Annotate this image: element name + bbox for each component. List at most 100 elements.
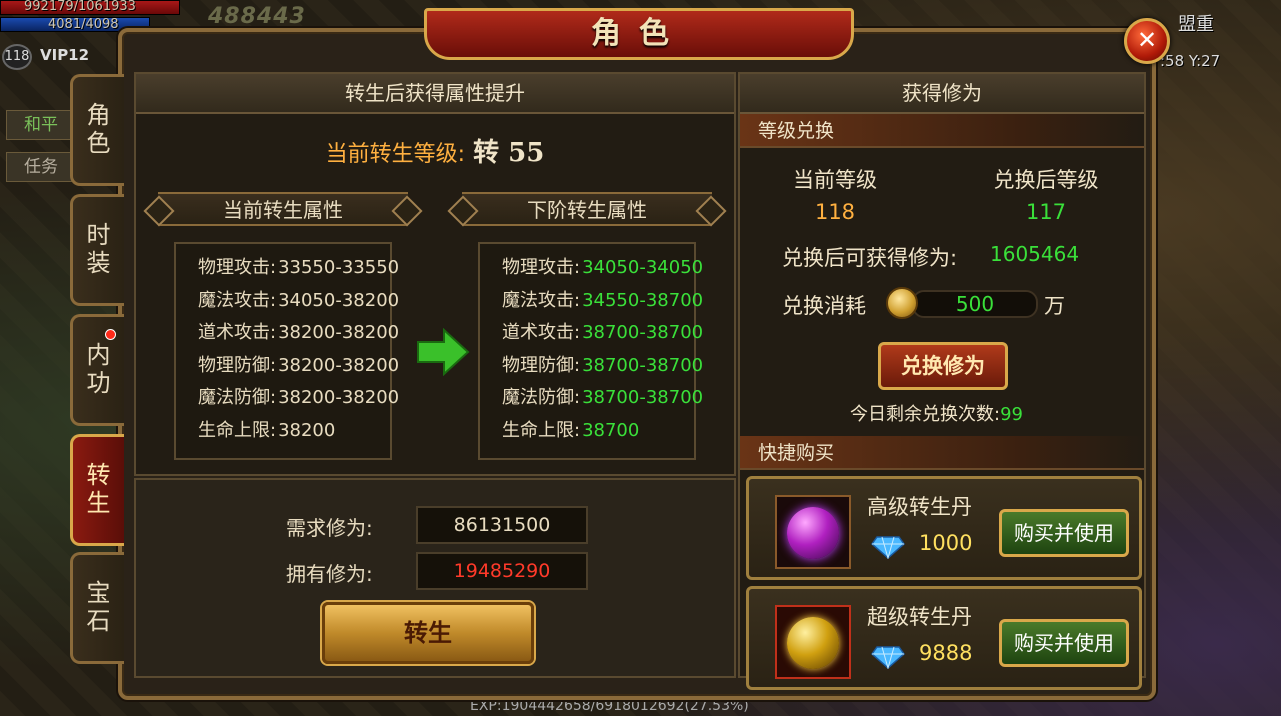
cost-value: 500 <box>912 290 1038 318</box>
map-name: 盟重 <box>1178 14 1214 35</box>
current-level-label: 当前等级 <box>793 168 877 192</box>
attr-value: 38200-38200 <box>278 322 400 343</box>
window-title: 角色 <box>424 8 854 60</box>
attr-value: 38700 <box>582 419 640 441</box>
item-price: 1000 <box>919 531 973 555</box>
level-badge: 118 <box>2 44 32 70</box>
shop-item-card: 高级转生丹 1000 购买并使用 <box>746 476 1142 580</box>
attr-row: 魔法防御: 38200-38200 <box>198 382 399 415</box>
attr-row: 物理防御: 38200-38200 <box>198 350 399 383</box>
vip-label: VIP12 <box>40 46 90 64</box>
task-button[interactable]: 任务 <box>6 152 76 182</box>
attr-value: 33550-33550 <box>278 257 400 278</box>
cultivation-panel: 获得修为 等级兑换 当前等级 兑换后等级 118 117 兑换后可获得修为: 1… <box>738 72 1146 690</box>
attr-row: 物理攻击: 33550-33550 <box>198 252 399 285</box>
attr-label: 魔法攻击: <box>502 289 581 311</box>
attr-label: 魔法防御: <box>502 387 581 408</box>
peace-mode-button[interactable]: 和平 <box>6 110 76 140</box>
shop-item-card: 超级转生丹 9888 购买并使用 <box>746 586 1142 690</box>
close-button[interactable]: ✕ <box>1124 18 1170 64</box>
attr-label: 道术攻击: <box>198 322 277 343</box>
remaining-exchanges: 今日剩余兑换次数:99 <box>850 400 1023 426</box>
remaining-value: 99 <box>1000 404 1023 425</box>
tab-fashion[interactable]: 时装 <box>70 194 124 306</box>
attr-row: 魔法防御: 38700-38700 <box>502 382 703 415</box>
level-exchange-section: 等级兑换 <box>740 114 1144 148</box>
arrow-right-icon <box>417 328 470 376</box>
rebirth-button[interactable]: 转生 <box>322 602 534 664</box>
attr-label: 魔法攻击: <box>198 289 277 311</box>
current-rebirth-level-label: 当前转生等级: <box>325 142 466 167</box>
attr-row: 魔法攻击: 34550-38700 <box>502 285 703 318</box>
item-price: 9888 <box>919 641 973 665</box>
attr-value: 38700-38700 <box>582 354 704 376</box>
buy-and-use-button[interactable]: 购买并使用 <box>999 619 1129 667</box>
tab-label: 时装 <box>86 221 111 277</box>
item-name: 高级转生丹 <box>867 495 972 519</box>
purple-orb-icon <box>787 507 839 559</box>
panel-header: 转生后获得属性提升 <box>136 74 734 114</box>
attr-label: 生命上限: <box>502 419 581 441</box>
cost-unit: 万 <box>1044 294 1065 318</box>
attr-label: 道术攻击: <box>502 322 581 343</box>
tab-character[interactable]: 角色 <box>70 74 124 186</box>
exchange-cultivation-button[interactable]: 兑换修为 <box>878 342 1008 390</box>
attr-value: 38200 <box>278 419 336 441</box>
after-level-value: 117 <box>1025 200 1067 224</box>
gold-orb-icon <box>787 617 839 669</box>
tab-label: 角色 <box>86 101 111 157</box>
score-text: 488443 <box>208 4 306 29</box>
tab-inner-power[interactable]: 内功 <box>70 314 124 426</box>
diamond-icon <box>871 536 905 559</box>
item-name: 超级转生丹 <box>867 605 972 629</box>
gold-coin-icon <box>886 287 918 319</box>
attr-value: 34050-38200 <box>278 289 400 311</box>
attr-value: 38700-38700 <box>582 322 704 343</box>
current-attrs-title: 当前转生属性 <box>158 192 408 226</box>
exp-text: EXP:1904442658/6918012692(27.53%) <box>470 698 749 714</box>
gain-value: 1605464 <box>990 242 1080 266</box>
item-icon-frame <box>775 495 851 569</box>
gain-label: 兑换后可获得修为: <box>782 246 958 270</box>
after-level-label: 兑换后等级 <box>993 168 1099 192</box>
item-icon-frame <box>775 605 851 679</box>
remaining-label: 今日剩余兑换次数: <box>850 404 1001 425</box>
attr-value: 38700-38700 <box>582 387 704 408</box>
current-rebirth-level: 当前转生等级: 转 55 <box>136 132 734 169</box>
current-rebirth-level-value: 转 55 <box>473 138 545 168</box>
cost-label: 兑换消耗 <box>782 294 866 318</box>
next-attrs-list: 物理攻击: 34050-34050 魔法攻击: 34550-38700 道术攻击: 3… <box>478 242 703 460</box>
panel-header: 获得修为 <box>740 74 1144 114</box>
required-cultivation-value: 86131500 <box>416 506 588 544</box>
attr-row: 物理攻击: 34050-34050 <box>502 252 703 285</box>
tab-rebirth[interactable]: 转生 <box>70 434 124 546</box>
attr-value: 38200-38200 <box>278 387 400 408</box>
attr-row: 道术攻击: 38700-38700 <box>502 317 703 350</box>
attr-label: 魔法防御: <box>198 387 277 408</box>
buy-and-use-button[interactable]: 购买并使用 <box>999 509 1129 557</box>
owned-cultivation-label: 拥有修为: <box>286 562 373 586</box>
tab-label: 转生 <box>86 461 111 517</box>
attr-row: 生命上限: 38200 <box>198 415 390 448</box>
attr-row: 生命上限: 38700 <box>502 415 694 448</box>
tab-label: 宝石 <box>86 579 111 635</box>
notification-dot <box>105 329 116 340</box>
attr-value: 34050-34050 <box>582 257 704 278</box>
current-attrs-list: 物理攻击: 33550-33550 魔法攻击: 34050-38200 道术攻击: 3… <box>174 242 399 460</box>
next-attrs-title: 下阶转生属性 <box>462 192 712 226</box>
attr-row: 魔法攻击: 34050-38200 <box>198 285 399 318</box>
coords-text: :58 Y:27 <box>1160 52 1221 70</box>
attr-value: 38200-38200 <box>278 354 400 376</box>
rebirth-attributes-panel: 转生后获得属性提升 当前转生等级: 转 55 当前转生属性 下阶转生属性 物理攻击… <box>134 72 736 476</box>
hp-text: 992179/1061933 <box>24 0 136 14</box>
rebirth-requirements-panel: 需求修为: 86131500 拥有修为: 19485290 转生 <box>134 478 736 678</box>
attr-value: 34550-38700 <box>582 289 704 311</box>
tab-label: 内功 <box>86 341 111 397</box>
attr-label: 物理攻击: <box>502 257 581 278</box>
diamond-icon <box>871 646 905 669</box>
tab-gem[interactable]: 宝石 <box>70 552 124 664</box>
attr-label: 物理防御: <box>198 354 277 376</box>
quick-buy-section: 快捷购买 <box>740 436 1144 470</box>
attr-label: 物理攻击: <box>198 257 277 278</box>
attr-row: 物理防御: 38700-38700 <box>502 350 703 383</box>
